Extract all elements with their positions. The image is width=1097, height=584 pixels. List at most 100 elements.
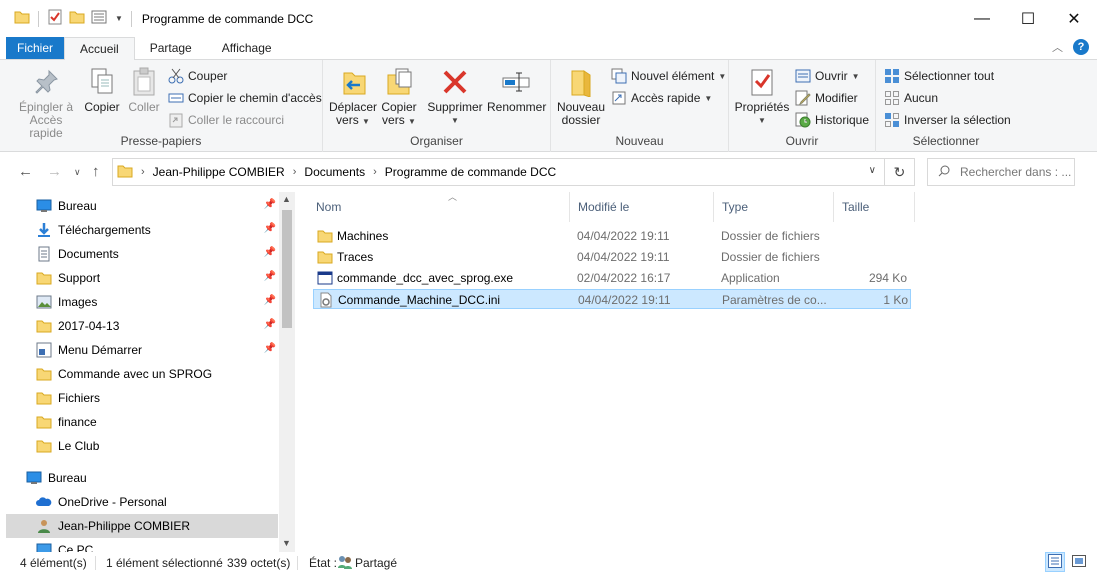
group-clipboard: Épingler à Accès rapide Copier Coller Co… [0, 60, 323, 152]
breadcrumb-separator[interactable]: › [293, 166, 297, 178]
new-folder-quick-icon[interactable] [69, 9, 85, 28]
folder-icon [317, 228, 333, 244]
select-none-button[interactable]: Aucun [884, 90, 938, 106]
nav-item-label: Menu Démarrer [58, 343, 143, 357]
scroll-up-icon[interactable]: ▲ [282, 194, 291, 204]
chevron-down-icon[interactable]: ▼ [115, 14, 123, 23]
nav-item-quick-access[interactable]: Support 📌 [6, 266, 278, 290]
file-size: 294 Ko [868, 271, 907, 285]
column-header-modified[interactable]: Modifié le [570, 192, 714, 222]
recent-locations-chevron-icon[interactable]: ∨ [74, 167, 81, 178]
pin-icon[interactable]: 📌 [264, 319, 276, 330]
nav-item-tree[interactable]: Bureau [6, 466, 278, 490]
breadcrumb-separator[interactable]: › [373, 166, 377, 178]
breadcrumb-documents[interactable]: Documents [304, 165, 365, 179]
history-icon [795, 112, 811, 128]
move-to-button[interactable]: Déplacer vers ▼ [329, 66, 377, 128]
rename-button[interactable]: Renommer [487, 66, 546, 114]
nav-item-tree[interactable]: Ce PC [6, 538, 278, 552]
address-bar[interactable]: › Jean-Philippe COMBIER › Documents › Pr… [112, 158, 885, 186]
invert-selection-button[interactable]: Inverser la sélection [884, 112, 1011, 128]
minimize-button[interactable]: — [959, 0, 1005, 37]
tab-home[interactable]: Accueil [64, 37, 135, 60]
details-view-button[interactable] [1045, 552, 1065, 572]
nav-item-quick-access[interactable]: Commande avec un SPROG [6, 362, 278, 386]
file-row[interactable]: Machines 04/04/2022 19:11 Dossier de fichi… [313, 226, 911, 246]
pin-icon[interactable]: 📌 [264, 199, 276, 210]
select-all-button[interactable]: Sélectionner tout [884, 68, 994, 84]
copy-path-icon [168, 90, 184, 106]
column-header-type[interactable]: Type [714, 192, 834, 222]
nav-item-quick-access[interactable]: Documents 📌 [6, 242, 278, 266]
copy-path-button[interactable]: Copier le chemin d'accès [168, 90, 322, 106]
nav-item-quick-access[interactable]: Images 📌 [6, 290, 278, 314]
pin-icon[interactable]: 📌 [264, 343, 276, 354]
pin-icon[interactable]: 📌 [264, 247, 276, 258]
back-arrow-icon[interactable]: ← [18, 163, 33, 180]
column-header-name[interactable]: ︿ Nom [308, 192, 570, 222]
edit-button[interactable]: Modifier [795, 90, 858, 106]
properties-button[interactable]: Propriétés ▼ [733, 66, 791, 127]
collapse-ribbon-icon[interactable]: ︿ [1052, 39, 1063, 55]
properties-quick-icon[interactable] [47, 9, 63, 28]
nav-scrollbar[interactable]: ▲ ▼ [279, 192, 295, 552]
new-folder-button[interactable]: Nouveau dossier [555, 66, 607, 127]
nav-item-quick-access[interactable]: finance [6, 410, 278, 434]
address-dropdown-icon[interactable]: ∨ [869, 165, 876, 176]
selection-size: 339 octet(s) [227, 556, 291, 570]
copy-to-icon [383, 66, 415, 98]
close-button[interactable]: ✕ [1051, 0, 1097, 37]
help-icon[interactable]: ? [1073, 39, 1089, 55]
history-button[interactable]: Historique [795, 112, 869, 128]
scrollbar-thumb[interactable] [282, 210, 292, 328]
file-row[interactable]: commande_dcc_avec_sprog.exe 02/04/2022 16… [313, 268, 911, 288]
refresh-button[interactable]: ↻ [885, 158, 915, 186]
share-state-label: État : [309, 556, 338, 570]
nav-item-tree[interactable]: OneDrive - Personal [6, 490, 278, 514]
invert-selection-label: Inverser la sélection [904, 113, 1011, 127]
easy-access-button[interactable]: Accès rapide ▼ [611, 90, 712, 106]
file-size: 1 Ko [883, 293, 908, 307]
paste-button[interactable]: Coller [124, 66, 164, 114]
search-placeholder: Rechercher dans : ... [960, 165, 1072, 179]
scroll-down-icon[interactable]: ▼ [282, 538, 291, 548]
breadcrumb-separator[interactable]: › [141, 166, 145, 178]
nav-item-quick-access[interactable]: Le Club [6, 434, 278, 458]
breadcrumb-current-folder[interactable]: Programme de commande DCC [385, 165, 556, 179]
nav-item-quick-access[interactable]: Bureau 📌 [6, 194, 278, 218]
pin-icon[interactable]: 📌 [264, 271, 276, 282]
new-item-button[interactable]: Nouvel élément ▼ [611, 68, 726, 84]
file-row[interactable]: Commande_Machine_DCC.ini 04/04/2022 19:11… [313, 289, 911, 309]
breadcrumb-user[interactable]: Jean-Philippe COMBIER [153, 165, 285, 179]
file-row[interactable]: Traces 04/04/2022 19:11 Dossier de fichier… [313, 247, 911, 267]
open-button[interactable]: Ouvrir ▼ [795, 68, 860, 84]
file-modified: 04/04/2022 19:11 [578, 293, 671, 307]
pin-quick-access-button[interactable]: Épingler à Accès rapide [12, 66, 80, 140]
copy-button[interactable]: Copier [82, 66, 122, 114]
cut-button[interactable]: Couper [168, 68, 227, 84]
nav-item-quick-access[interactable]: Téléchargements 📌 [6, 218, 278, 242]
up-arrow-icon[interactable]: ↑ [92, 163, 100, 180]
copy-to-button[interactable]: Copier vers ▼ [379, 66, 419, 128]
nav-item-quick-access[interactable]: 2017-04-13 📌 [6, 314, 278, 338]
nav-item-tree[interactable]: Jean-Philippe COMBIER [6, 514, 278, 538]
search-input[interactable]: Rechercher dans : ... [927, 158, 1075, 186]
nav-item-quick-access[interactable]: Fichiers [6, 386, 278, 410]
nav-item-label: Le Club [58, 439, 100, 453]
group-new-label: Nouveau [615, 134, 664, 148]
maximize-button[interactable]: ☐ [1005, 0, 1051, 37]
tab-view[interactable]: Affichage [207, 37, 287, 59]
paste-shortcut-button[interactable]: Coller le raccourci [168, 112, 284, 128]
tab-file[interactable]: Fichier [6, 37, 65, 59]
pin-icon[interactable]: 📌 [264, 295, 276, 306]
tab-share[interactable]: Partage [135, 37, 207, 59]
large-icons-view-button[interactable] [1069, 552, 1089, 572]
file-modified: 04/04/2022 19:11 [577, 229, 670, 243]
forward-arrow-icon[interactable]: → [47, 163, 62, 180]
pin-icon[interactable]: 📌 [264, 223, 276, 234]
customize-view-icon[interactable] [91, 9, 109, 28]
documents-icon [36, 246, 52, 262]
nav-item-quick-access[interactable]: Menu Démarrer 📌 [6, 338, 278, 362]
delete-button[interactable]: Supprimer ▼ [427, 66, 483, 127]
column-header-size[interactable]: Taille [834, 192, 915, 222]
